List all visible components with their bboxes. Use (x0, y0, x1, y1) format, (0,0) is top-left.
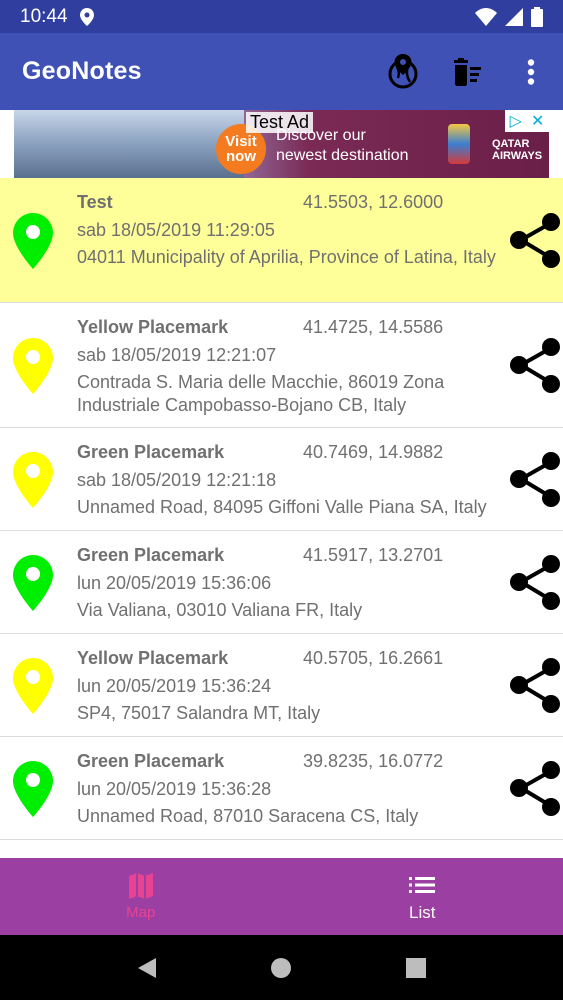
placemark-name: Green Placemark (77, 751, 225, 771)
nav-tab-list-label: List (409, 902, 436, 922)
map-pin-icon (13, 338, 53, 394)
toolbar-actions (371, 40, 563, 104)
placemark-row[interactable]: Green Placemark 41.5917, 13.2701 lun 20/05… (0, 531, 563, 634)
placemark-date: sab 18/05/2019 12:21:18 (77, 470, 277, 490)
list-icon (409, 876, 436, 893)
system-navigation-bar (0, 935, 563, 1000)
placemark-list[interactable]: Test 41.5503, 12.6000 sab 18/05/2019 11:29… (0, 178, 563, 858)
nav-tab-map[interactable]: Map (0, 858, 282, 935)
ad-brand-line1: QATAR (492, 138, 530, 150)
location-globe-icon (388, 53, 418, 88)
map-pin-icon (13, 658, 53, 714)
status-bar: 10:44 (0, 0, 563, 33)
app-title: GeoNotes (22, 57, 142, 85)
placemark-row[interactable]: Green Placemark 40.7469, 14.9882 sab 18/05… (0, 428, 563, 531)
placemark-address: Unnamed Road, 87010 Saracena CS, Italy (77, 806, 419, 826)
locate-button[interactable] (371, 40, 435, 104)
map-pin-icon (13, 213, 53, 269)
placemark-name: Yellow Placemark (77, 648, 229, 668)
placemark-row[interactable]: Green Placemark 39.8235, 16.0772 lun 20/05… (0, 737, 563, 840)
placemark-address: Via Valiana, 03010 Valiana FR, Italy (77, 600, 363, 620)
ad-event-logo (448, 124, 470, 164)
placemark-name: Green Placemark (77, 442, 225, 462)
home-icon[interactable] (270, 957, 292, 979)
ad-banner[interactable]: Visit now Discover our newest destination… (14, 110, 549, 178)
share-icon[interactable] (506, 337, 563, 394)
ad-visit-line2: now (226, 148, 256, 165)
ad-choices[interactable]: ▷ ✕ (505, 110, 549, 132)
placemark-name: Test (77, 192, 113, 212)
nav-tab-map-label: Map (126, 904, 156, 921)
ad-text-line2: newest destination (276, 147, 409, 164)
status-time: 10:44 (20, 5, 68, 27)
overflow-menu-button[interactable] (499, 40, 563, 104)
ad-close-icon[interactable]: ✕ (531, 111, 544, 131)
app-bar: GeoNotes (0, 33, 563, 110)
placemark-row[interactable]: Yellow Placemark 40.5705, 16.2661 lun 20/0… (0, 634, 563, 737)
bottom-navigation: Map List (0, 858, 563, 935)
share-icon[interactable] (506, 212, 563, 269)
ad-label: Test Ad (246, 112, 314, 133)
status-icons (475, 6, 543, 27)
delete-sweep-icon (454, 57, 481, 86)
delete-all-button[interactable] (435, 40, 499, 104)
placemark-coords: 41.5503, 12.6000 (303, 192, 444, 212)
back-icon[interactable] (136, 957, 158, 979)
ad-image (14, 110, 244, 178)
share-icon[interactable] (506, 451, 563, 508)
ad-brand-line2: AIRWAYS (492, 150, 543, 162)
placemark-coords: 39.8235, 16.0772 (303, 751, 444, 771)
map-pin-icon (13, 555, 53, 611)
share-icon[interactable] (506, 760, 563, 817)
placemark-address: Contrada S. Maria delle Macchie, 86019 Z… (77, 372, 445, 415)
location-status-icon (79, 7, 94, 26)
placemark-name: Green Placemark (77, 545, 225, 565)
signal-icon (505, 7, 523, 26)
placemark-row[interactable]: Test 41.5503, 12.6000 sab 18/05/2019 11:29… (0, 178, 563, 303)
placemark-date: sab 18/05/2019 11:29:05 (77, 220, 275, 240)
nav-tab-list[interactable]: List (282, 858, 563, 935)
placemark-coords: 40.7469, 14.9882 (303, 442, 444, 462)
placemark-date: sab 18/05/2019 12:21:07 (77, 345, 277, 365)
placemark-coords: 41.4725, 14.5586 (303, 317, 444, 337)
map-pin-icon (13, 452, 53, 508)
placemark-date: lun 20/05/2019 15:36:24 (77, 676, 272, 696)
placemark-coords: 40.5705, 16.2661 (303, 648, 444, 668)
share-icon[interactable] (506, 554, 563, 611)
wifi-icon (475, 7, 497, 26)
ad-brand: QATAR AIRWAYS (492, 138, 542, 162)
ad-choices-icon[interactable]: ▷ (510, 111, 522, 131)
placemark-date: lun 20/05/2019 15:36:28 (77, 779, 272, 799)
more-vert-icon (527, 58, 535, 85)
battery-icon (531, 6, 543, 27)
map-icon (128, 873, 153, 899)
placemark-address: SP4, 75017 Salandra MT, Italy (77, 703, 321, 723)
placemark-row[interactable]: Yellow Placemark 41.4725, 14.5586 sab 18/0… (0, 303, 563, 428)
placemark-address: 04011 Municipality of Aprilia, Province … (77, 247, 496, 267)
placemark-name: Yellow Placemark (77, 317, 229, 337)
share-icon[interactable] (506, 657, 563, 714)
placemark-address: Unnamed Road, 84095 Giffoni Valle Piana … (77, 497, 487, 517)
placemark-date: lun 20/05/2019 15:36:06 (77, 573, 272, 593)
recents-icon[interactable] (405, 957, 427, 979)
placemark-coords: 41.5917, 13.2701 (303, 545, 444, 565)
map-pin-icon (13, 761, 53, 817)
